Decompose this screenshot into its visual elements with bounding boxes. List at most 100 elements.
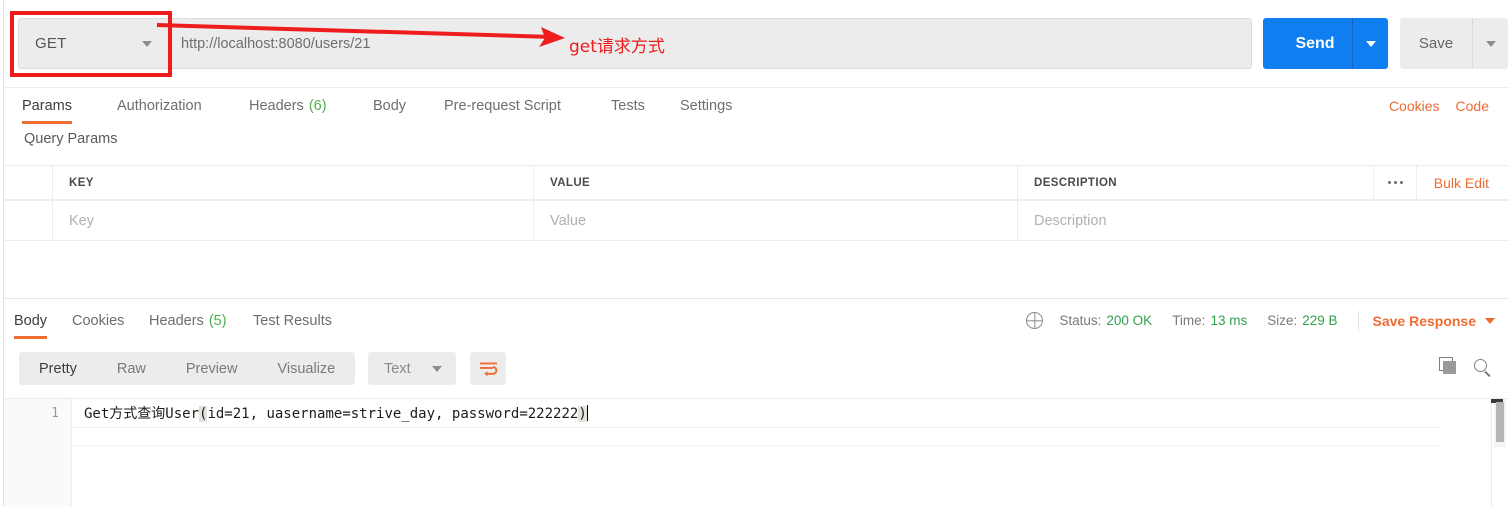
header-description-cell: DESCRIPTION Bulk Edit	[1018, 165, 1509, 200]
table-row: Key Value Description	[4, 200, 1509, 241]
tab-label: Headers	[149, 312, 204, 329]
response-body-text[interactable]: Get方式查询User(id=21, uasername=strive_day,…	[84, 404, 588, 424]
response-tab-headers[interactable]: Headers (5)	[149, 303, 227, 338]
bulk-edit-button[interactable]: Bulk Edit	[1434, 175, 1489, 191]
tab-label: Test Results	[253, 312, 332, 329]
view-mode-pretty[interactable]: Pretty	[19, 352, 97, 385]
query-params-title: Query Params	[24, 131, 118, 147]
key-input[interactable]: Key	[53, 201, 534, 240]
response-body-viewer: 1 Get方式查询User(id=21, uasername=strive_da…	[4, 398, 1509, 507]
chevron-down-icon	[1485, 317, 1495, 324]
body-close-paren: )	[578, 406, 587, 422]
tab-authorization[interactable]: Authorization	[117, 88, 202, 123]
response-divider	[4, 298, 1509, 299]
description-placeholder: Description	[1034, 212, 1107, 229]
row-checkbox-cell[interactable]	[4, 201, 53, 240]
tab-label: Params	[22, 97, 72, 114]
chevron-down-icon	[432, 365, 442, 372]
wrap-lines-button[interactable]	[470, 352, 506, 385]
copy-icon[interactable]	[1439, 357, 1456, 374]
response-tab-body[interactable]: Body	[14, 303, 48, 339]
tab-body[interactable]: Body	[373, 88, 406, 123]
text-cursor	[586, 405, 588, 421]
tab-label: Headers	[249, 97, 304, 114]
http-method-selector[interactable]: GET	[18, 18, 170, 69]
divider	[1357, 310, 1359, 331]
line-number-gutter: 1	[4, 399, 72, 507]
code-row-divider	[72, 445, 1440, 446]
postman-app: GET http://localhost:8080/users/21 Send …	[0, 0, 1509, 507]
response-tab-test-results[interactable]: Test Results	[253, 303, 332, 338]
request-links: Cookies Code	[1389, 88, 1489, 123]
tab-label: Body	[14, 312, 48, 329]
tab-label: Settings	[680, 97, 733, 114]
more-options-icon[interactable]	[1373, 165, 1411, 200]
cookies-link[interactable]: Cookies	[1389, 98, 1440, 114]
tab-tests[interactable]: Tests	[611, 88, 645, 123]
time-label: Time:	[1172, 313, 1206, 328]
view-mode-raw[interactable]: Raw	[97, 352, 166, 385]
url-text: http://localhost:8080/users/21	[181, 35, 371, 52]
key-placeholder: Key	[69, 212, 94, 229]
tab-pre-request-script[interactable]: Pre-request Script	[444, 88, 561, 123]
response-format-select[interactable]: Text	[368, 352, 456, 385]
tab-label: Body	[373, 97, 407, 114]
table-header-row: KEY VALUE DESCRIPTION Bulk Edit	[4, 165, 1509, 200]
time-value: 13 ms	[1210, 313, 1248, 328]
column-header-description: DESCRIPTION	[1034, 176, 1117, 189]
code-row-divider	[72, 427, 1440, 428]
response-status-bar: Status: 200 OK Time: 13 ms Size: 229 B S…	[1026, 303, 1495, 338]
annotation-label: get请求方式	[569, 37, 665, 57]
tab-label: Cookies	[72, 312, 125, 329]
scrollbar-divider	[1491, 399, 1492, 507]
save-response-button[interactable]: Save Response	[1372, 312, 1495, 329]
chevron-down-icon	[1365, 40, 1376, 47]
response-body-toolbar: Pretty Raw Preview Visualize Text	[4, 352, 1509, 392]
description-input[interactable]: Description	[1018, 201, 1509, 240]
tab-badge: (5)	[208, 312, 227, 329]
chevron-down-icon	[142, 40, 152, 47]
status-label: Status:	[1059, 313, 1102, 328]
globe-icon	[1026, 312, 1044, 329]
size-label: Size:	[1267, 313, 1298, 328]
body-actions	[1439, 357, 1487, 374]
tab-headers[interactable]: Headers (6)	[249, 88, 327, 123]
view-mode-group: Pretty Raw Preview Visualize	[19, 352, 356, 385]
body-text-prefix: Get方式查询User	[84, 406, 200, 422]
tab-label: Authorization	[117, 97, 202, 114]
save-response-label: Save Response	[1372, 312, 1477, 329]
status-value: 200 OK	[1106, 313, 1153, 328]
body-text-inner: id=21, uasername=strive_day, password=22…	[207, 406, 579, 422]
header-checkbox-cell	[4, 166, 53, 199]
tab-badge: (6)	[308, 97, 327, 114]
value-input[interactable]: Value	[534, 201, 1018, 240]
url-input[interactable]: http://localhost:8080/users/21	[170, 18, 1252, 69]
response-format-label: Text	[384, 360, 411, 377]
divider	[1416, 166, 1417, 200]
response-tab-cookies[interactable]: Cookies	[72, 303, 124, 338]
send-options-button[interactable]	[1352, 18, 1388, 69]
search-icon[interactable]	[1474, 359, 1487, 372]
chevron-down-icon	[1485, 40, 1496, 47]
header-value-cell: VALUE	[534, 166, 1018, 199]
tab-label: Tests	[611, 97, 645, 114]
scrollbar-thumb[interactable]	[1496, 402, 1504, 442]
tab-label: Pre-request Script	[444, 97, 561, 114]
request-bar: GET http://localhost:8080/users/21 Send …	[4, 0, 1509, 88]
request-tabs: Params Authorization Headers (6) Body Pre…	[4, 88, 1509, 124]
line-number: 1	[51, 406, 59, 421]
tab-settings[interactable]: Settings	[680, 88, 732, 123]
query-params-table: KEY VALUE DESCRIPTION Bulk Edit Key Valu…	[4, 165, 1509, 241]
column-header-value: VALUE	[550, 176, 591, 189]
code-link[interactable]: Code	[1456, 98, 1489, 114]
response-tabs: Body Cookies Headers (5) Test Results Sta…	[4, 303, 1509, 339]
wrap-lines-icon	[479, 362, 497, 376]
tab-params[interactable]: Params	[22, 88, 72, 124]
save-button[interactable]: Save	[1400, 18, 1472, 69]
value-placeholder: Value	[550, 212, 587, 229]
header-key-cell: KEY	[53, 166, 534, 199]
save-options-button[interactable]	[1472, 18, 1508, 69]
view-mode-visualize[interactable]: Visualize	[257, 352, 355, 385]
size-value: 229 B	[1302, 313, 1338, 328]
view-mode-preview[interactable]: Preview	[166, 352, 258, 385]
